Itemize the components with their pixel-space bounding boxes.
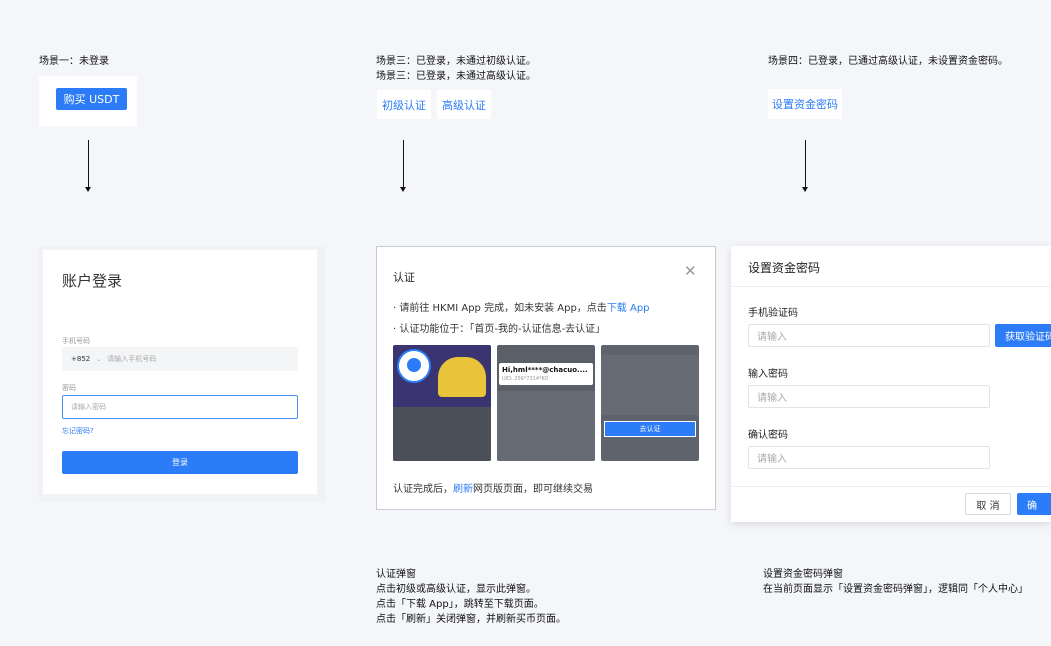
cancel-button[interactable]: 取 消 [965, 493, 1011, 515]
chevron-down-icon[interactable]: ⌄ [96, 356, 101, 363]
login-submit-button[interactable]: 登录 [62, 451, 298, 474]
advanced-verify-button[interactable]: 高级认证 [437, 90, 491, 119]
verify-footer: 认证完成后，刷新网页版页面，即可继续交易 [393, 480, 593, 495]
scene3-label-1: 场景三：已登录，未通过初级认证。 [376, 56, 536, 67]
sms-code-label: 手机验证码 [748, 308, 798, 319]
arrow-2-head [400, 187, 406, 192]
scene3-label-2: 场景三：已登录，未通过高级认证。 [376, 71, 536, 82]
login-card-frame: 账户登录 手机号码 +852 ⌄ 请输入手机号码 密码 请输入密码 忘记密码? … [39, 246, 325, 502]
profile-email: Hi,hml****@chacuo.... [502, 366, 588, 374]
confirm-password-input[interactable]: 请输入 [748, 446, 990, 469]
phone-input[interactable]: +852 ⌄ 请输入手机号码 [62, 347, 298, 371]
profile-highlight: Hi,hml****@chacuo.... UID: 256*7314*K0 [499, 363, 593, 385]
arrow-2 [403, 140, 404, 187]
confirm-button[interactable]: 确 [1017, 493, 1051, 515]
app-screenshot-verify: 去认证 [601, 345, 699, 461]
mascot-illustration [438, 357, 486, 397]
get-code-button[interactable]: 获取验证码 [995, 324, 1051, 347]
fund-password-modal: 设置资金密码 手机验证码 请输入 获取验证码 输入密码 请输入 确认密码 请输入… [731, 246, 1051, 522]
app-screenshot-home [393, 345, 491, 461]
footer-divider [731, 486, 1051, 487]
forgot-password-link[interactable]: 忘记密码? [62, 426, 94, 436]
profile-menu-area [497, 391, 595, 461]
arrow-1 [88, 140, 89, 187]
avatar [397, 349, 431, 383]
phone-label: 手机号码 [62, 337, 90, 345]
header-divider [731, 286, 1051, 287]
set-fund-password-button[interactable]: 设置资金密码 [768, 89, 842, 119]
password-input[interactable]: 请输入密码 [62, 395, 298, 419]
password-label: 密码 [62, 384, 76, 392]
buy-usdt-button[interactable]: 购买 USDT [56, 88, 127, 110]
password-label: 输入密码 [748, 369, 788, 380]
verify-note-title: 认证弹窗 [376, 569, 416, 580]
verify-line1: · 请前往 HKMI App 完成，如未安装 App，点击下载 App [393, 299, 650, 314]
pwd-note-title: 设置资金密码弹窗 [763, 569, 843, 580]
avatar-icon [407, 358, 421, 372]
country-code[interactable]: +852 [71, 355, 90, 363]
verify-modal: 认证 ✕ · 请前往 HKMI App 完成，如未安装 App，点击下载 App… [376, 246, 716, 510]
verify-footer-suffix: 网页版页面，即可继续交易 [473, 484, 593, 495]
pwd-note-body: 在当前页面显示「设置资金密码弹窗」，逻辑同「个人中心」 [763, 584, 1028, 595]
confirm-password-label: 确认密码 [748, 430, 788, 441]
refresh-link[interactable]: 刷新 [453, 484, 473, 495]
sms-code-input[interactable]: 请输入 [748, 324, 990, 347]
verify-line1-text: · 请前往 HKMI App 完成，如未安装 App，点击 [393, 303, 607, 314]
verify-modal-title: 认证 [393, 271, 415, 284]
scene4-label: 场景四：已登录，已通过高级认证，未设置资金密码。 [768, 56, 1008, 67]
verify-footer-prefix: 认证完成后， [393, 484, 453, 495]
verify-line2: · 认证功能位于：「首页-我的-认证信息-去认证」 [393, 324, 606, 335]
scene1-label: 场景一：未登录 [39, 56, 109, 67]
phone-placeholder: 请输入手机号码 [107, 355, 157, 363]
login-card: 账户登录 手机号码 +852 ⌄ 请输入手机号码 密码 请输入密码 忘记密码? … [43, 250, 317, 494]
verify-list-area [601, 355, 699, 415]
download-app-link[interactable]: 下载 App [607, 303, 650, 314]
scene1-container: 购买 USDT [39, 76, 137, 126]
screenshot-bottom-panel [393, 407, 491, 461]
profile-uid: UID: 256*7314*K0 [502, 376, 548, 382]
fund-password-title: 设置资金密码 [748, 261, 821, 275]
close-icon[interactable]: ✕ [684, 264, 697, 279]
app-screenshot-profile: Hi,hml****@chacuo.... UID: 256*7314*K0 [497, 345, 595, 461]
go-verify-button: 去认证 [604, 421, 696, 437]
primary-verify-button[interactable]: 初级认证 [377, 90, 431, 119]
arrow-3-head [802, 187, 808, 192]
login-title: 账户登录 [62, 272, 123, 290]
arrow-1-head [85, 187, 91, 192]
fund-password-input[interactable]: 请输入 [748, 385, 990, 408]
arrow-3 [805, 140, 806, 187]
verify-note-body: 点击初级或高级认证，显示此弹窗。 点击「下载 App」，跳转至下载页面。 点击「… [376, 584, 566, 625]
